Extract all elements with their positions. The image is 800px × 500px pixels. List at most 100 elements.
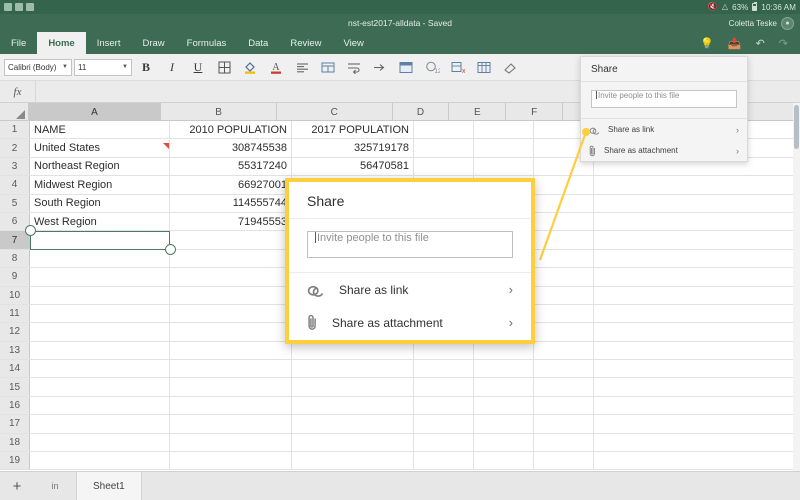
- clear-format-icon[interactable]: [498, 56, 522, 78]
- cell-A16[interactable]: [30, 397, 170, 414]
- cell-G19[interactable]: [594, 452, 800, 469]
- cell-G18[interactable]: [594, 434, 800, 451]
- row-header-8[interactable]: 8: [0, 250, 30, 267]
- tell-me-icon[interactable]: 💡: [700, 37, 714, 50]
- cell-E14[interactable]: [474, 360, 534, 377]
- cell-A5[interactable]: South Region: [30, 195, 170, 212]
- cell-C2[interactable]: 325719178: [292, 139, 414, 156]
- cell-B7[interactable]: [170, 231, 292, 248]
- table-icon[interactable]: [472, 56, 496, 78]
- cell-A17[interactable]: [30, 415, 170, 432]
- select-all-corner[interactable]: [0, 103, 29, 121]
- cell-B11[interactable]: [170, 305, 292, 322]
- cell-G16[interactable]: [594, 397, 800, 414]
- cell-D18[interactable]: [414, 434, 474, 451]
- cell-D1[interactable]: [414, 121, 474, 138]
- wrap-text-icon[interactable]: [342, 56, 366, 78]
- cell-E19[interactable]: [474, 452, 534, 469]
- cell-styles-icon[interactable]: [394, 56, 418, 78]
- merge-cells-icon[interactable]: [316, 56, 340, 78]
- cell-D17[interactable]: [414, 415, 474, 432]
- cell-G6[interactable]: [594, 213, 800, 230]
- cell-E15[interactable]: [474, 378, 534, 395]
- cell-F8[interactable]: [534, 250, 594, 267]
- cell-C17[interactable]: [292, 415, 414, 432]
- cell-F12[interactable]: [534, 323, 594, 340]
- row-header-4[interactable]: 4: [0, 176, 30, 193]
- bold-button[interactable]: B: [134, 56, 158, 78]
- cell-C14[interactable]: [292, 360, 414, 377]
- cell-G9[interactable]: [594, 268, 800, 285]
- cell-E18[interactable]: [474, 434, 534, 451]
- cell-G15[interactable]: [594, 378, 800, 395]
- font-color-icon[interactable]: A: [264, 56, 288, 78]
- cell-B12[interactable]: [170, 323, 292, 340]
- fill-color-icon[interactable]: [238, 56, 262, 78]
- undo-icon[interactable]: ↶: [756, 37, 765, 50]
- cell-G10[interactable]: [594, 287, 800, 304]
- cell-G7[interactable]: [594, 231, 800, 248]
- cell-E1[interactable]: [474, 121, 534, 138]
- cell-B13[interactable]: [170, 342, 292, 359]
- cell-A6[interactable]: West Region: [30, 213, 170, 230]
- cell-G17[interactable]: [594, 415, 800, 432]
- invite-people-input-small[interactable]: Invite people to this file: [591, 90, 737, 108]
- row-header-14[interactable]: 14: [0, 360, 30, 377]
- column-header-b[interactable]: B: [161, 103, 277, 121]
- borders-icon[interactable]: [212, 56, 236, 78]
- selection-handle-bottom-right[interactable]: [165, 244, 176, 255]
- cell-F16[interactable]: [534, 397, 594, 414]
- share-as-link-option[interactable]: Share as link ›: [289, 273, 531, 306]
- cell-G14[interactable]: [594, 360, 800, 377]
- table-row[interactable]: 14: [0, 360, 800, 378]
- cell-D19[interactable]: [414, 452, 474, 469]
- cell-C15[interactable]: [292, 378, 414, 395]
- cell-D13[interactable]: [414, 342, 474, 359]
- cell-G8[interactable]: [594, 250, 800, 267]
- table-row[interactable]: 17: [0, 415, 800, 433]
- cell-B15[interactable]: [170, 378, 292, 395]
- add-sheet-button[interactable]: +: [0, 472, 34, 500]
- cell-D14[interactable]: [414, 360, 474, 377]
- column-header-d[interactable]: D: [393, 103, 450, 121]
- selection-handle-top-left[interactable]: [25, 225, 36, 236]
- cell-F17[interactable]: [534, 415, 594, 432]
- cell-B8[interactable]: [170, 250, 292, 267]
- cell-A12[interactable]: [30, 323, 170, 340]
- table-row[interactable]: 18: [0, 434, 800, 452]
- cell-A4[interactable]: Midwest Region: [30, 176, 170, 193]
- share-icon[interactable]: 📤: [728, 37, 742, 50]
- sheet-tab-sheet1[interactable]: Sheet1: [76, 472, 142, 500]
- cell-E3[interactable]: [474, 158, 534, 175]
- cell-B10[interactable]: [170, 287, 292, 304]
- column-header-f[interactable]: F: [506, 103, 563, 121]
- share-as-attachment-option-small[interactable]: Share as attachment ›: [581, 140, 747, 161]
- row-header-3[interactable]: 3: [0, 158, 30, 175]
- row-header-5[interactable]: 5: [0, 195, 30, 212]
- cell-B2[interactable]: 308745538: [170, 139, 292, 156]
- account-chip[interactable]: Coletta Teske ●: [729, 14, 794, 32]
- cell-B9[interactable]: [170, 268, 292, 285]
- cell-F6[interactable]: [534, 213, 594, 230]
- cell-B6[interactable]: 71945553: [170, 213, 292, 230]
- table-row[interactable]: 15: [0, 378, 800, 396]
- share-as-link-option-small[interactable]: Share as link ›: [581, 119, 747, 140]
- cell-G12[interactable]: [594, 323, 800, 340]
- tab-insert[interactable]: Insert: [86, 32, 132, 54]
- cell-A3[interactable]: Northeast Region: [30, 158, 170, 175]
- cell-F15[interactable]: [534, 378, 594, 395]
- cell-D15[interactable]: [414, 378, 474, 395]
- cell-D16[interactable]: [414, 397, 474, 414]
- cell-C13[interactable]: [292, 342, 414, 359]
- row-header-18[interactable]: 18: [0, 434, 30, 451]
- underline-button[interactable]: U: [186, 56, 210, 78]
- cell-A14[interactable]: [30, 360, 170, 377]
- cell-E13[interactable]: [474, 342, 534, 359]
- italic-button[interactable]: I: [160, 56, 184, 78]
- cell-C18[interactable]: [292, 434, 414, 451]
- row-header-11[interactable]: 11: [0, 305, 30, 322]
- cell-A8[interactable]: [30, 250, 170, 267]
- cell-F19[interactable]: [534, 452, 594, 469]
- cell-G5[interactable]: [594, 195, 800, 212]
- cell-E16[interactable]: [474, 397, 534, 414]
